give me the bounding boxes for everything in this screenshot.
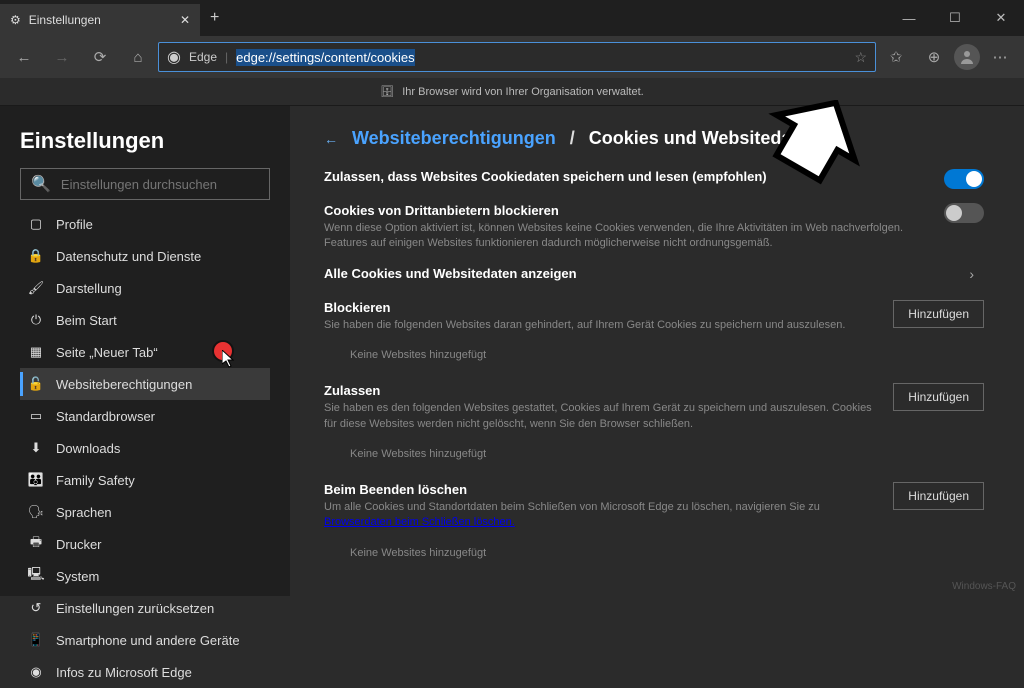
sidebar-item-label: Infos zu Microsoft Edge [56,665,192,680]
sidebar-item-family-safety[interactable]: 👪 Family Safety [20,464,270,496]
annotation-arrow [760,100,880,210]
url-prefix: Edge [189,50,217,64]
sidebar-icon: ▭ [28,408,44,424]
url-text: edge://settings/content/cookies [236,50,846,65]
sidebar-icon: 🗣 [28,504,44,520]
block-thirdparty-row: Cookies von Drittanbietern blockieren We… [324,203,984,252]
collections-button[interactable]: ⊕ [916,39,952,75]
settings-search[interactable]: 🔍 [20,168,270,200]
breadcrumb: ← Websiteberechtigungen / Cookies und We… [324,128,984,149]
new-tab-button[interactable]: + [200,9,229,27]
sidebar-icon: ↺ [28,600,44,616]
close-tab-button[interactable]: ✕ [180,13,190,27]
sidebar-item-label: Websiteberechtigungen [56,377,192,392]
sidebar-item-label: Drucker [56,537,102,552]
maximize-button[interactable]: ☐ [932,0,978,36]
sidebar-icon: 🖌 [28,280,44,296]
search-icon: 🔍 [31,174,51,194]
sidebar-item-websiteberechtigungen[interactable]: 🔓 Websiteberechtigungen [20,368,270,400]
block-thirdparty-toggle[interactable] [944,203,984,223]
gear-icon: ⚙ [10,13,21,27]
allow-cookies-row: Zulassen, dass Websites Cookiedaten spei… [324,169,984,189]
favorites-button[interactable]: ✩ [878,39,914,75]
address-bar[interactable]: ◉ Edge | edge://settings/content/cookies… [158,42,876,72]
sidebar-item-label: Beim Start [56,313,117,328]
sidebar-icon: ▦ [28,344,44,360]
sidebar-item-profile[interactable]: ▢ Profile [20,208,270,240]
sidebar-item-label: Einstellungen zurücksetzen [56,601,214,616]
sidebar-icon: 🖶 [28,533,44,555]
allow-empty-text: Keine Websites hinzugefügt [324,442,984,464]
view-all-cookies-row[interactable]: Alle Cookies und Websitedaten anzeigen › [324,266,984,282]
sidebar-item-label: Standardbrowser [56,409,155,424]
sidebar-icon: ◉ [28,664,44,680]
sidebar-item-label: Family Safety [56,473,135,488]
allow-list-section: Zulassen Sie haben es den folgenden Webs… [324,383,984,464]
more-menu-button[interactable]: ⋯ [982,39,1018,75]
settings-sidebar: Einstellungen 🔍 ▢ Profile 🔒 Datenschutz und… [0,106,290,596]
sidebar-item-label: System [56,569,99,584]
nav-forward-button[interactable]: → [44,39,80,75]
block-list-section: Blockieren Sie haben die folgenden Websi… [324,300,984,365]
sidebar-item-label: Downloads [56,441,120,456]
minimize-button[interactable]: ― [886,0,932,36]
edge-logo-icon: ◉ [167,47,181,67]
allow-add-button[interactable]: Hinzufügen [893,383,984,411]
sidebar-item-beim-start[interactable]: ⏻ Beim Start [20,304,270,336]
sidebar-item-label: Darstellung [56,281,122,296]
sidebar-item-label: Profile [56,217,93,232]
sidebar-item-system[interactable]: 🖳 System [20,560,270,592]
sidebar-item-einstellungen-zur-cksetzen[interactable]: ↺ Einstellungen zurücksetzen [20,592,270,624]
sidebar-item-smartphone-und-andere-ger-te[interactable]: 📱 Smartphone und andere Geräte [20,624,270,656]
block-add-button[interactable]: Hinzufügen [893,300,984,328]
settings-nav: ▢ Profile 🔒 Datenschutz und Dienste 🖌 Darstel… [20,208,270,688]
sidebar-item-infos-zu-microsoft-edge[interactable]: ◉ Infos zu Microsoft Edge [20,656,270,688]
nav-back-button[interactable]: ← [6,39,42,75]
tab-title: Einstellungen [29,13,101,27]
sidebar-icon: 🖳 [28,565,44,587]
close-window-button[interactable]: ✕ [978,0,1024,36]
sidebar-item-datenschutz-und-dienste[interactable]: 🔒 Datenschutz und Dienste [20,240,270,272]
sidebar-item-sprachen[interactable]: 🗣 Sprachen [20,496,270,528]
settings-main: ← Websiteberechtigungen / Cookies und We… [290,106,1024,596]
nav-home-button[interactable]: ⌂ [120,39,156,75]
onexit-add-button[interactable]: Hinzufügen [893,482,984,510]
sidebar-icon: 👪 [28,472,44,488]
settings-heading: Einstellungen [20,128,270,154]
sidebar-icon: ▢ [28,216,44,232]
onexit-section: Beim Beenden löschen Um alle Cookies und… [324,482,984,563]
sidebar-item-label: Datenschutz und Dienste [56,249,201,264]
sidebar-item-label: Seite „Neuer Tab“ [56,345,158,360]
browser-toolbar: ← → ⟳ ⌂ ◉ Edge | edge://settings/content… [0,36,1024,78]
briefcase-icon: 🗄 [380,85,394,98]
sidebar-item-downloads[interactable]: ⬇ Downloads [20,432,270,464]
onexit-empty-text: Keine Websites hinzugefügt [324,541,984,563]
sidebar-item-drucker[interactable]: 🖶 Drucker [20,528,270,560]
sidebar-icon: 📱 [28,632,44,648]
watermark: Windows-FAQ [952,581,1016,592]
browser-tab[interactable]: ⚙ Einstellungen ✕ [0,4,200,36]
search-input[interactable] [61,177,259,192]
clear-on-close-link[interactable]: Browserdaten beim Schließen löschen. [324,516,515,528]
sidebar-item-label: Smartphone und andere Geräte [56,633,240,648]
profile-avatar[interactable] [954,44,980,70]
allow-cookies-toggle[interactable] [944,169,984,189]
sidebar-item-darstellung[interactable]: 🖌 Darstellung [20,272,270,304]
block-empty-text: Keine Websites hinzugefügt [324,343,984,365]
breadcrumb-link[interactable]: Websiteberechtigungen [352,128,556,149]
chevron-right-icon: › [969,266,974,282]
sidebar-item-standardbrowser[interactable]: ▭ Standardbrowser [20,400,270,432]
window-titlebar: ⚙ Einstellungen ✕ + ― ☐ ✕ [0,0,1024,36]
sidebar-icon: ⬇ [28,440,44,456]
favorite-star-icon[interactable]: ☆ [854,49,867,66]
sidebar-icon: ⏻ [28,312,44,328]
cursor-icon [222,350,238,370]
sidebar-icon: 🔒 [28,248,44,264]
nav-refresh-button[interactable]: ⟳ [82,39,118,75]
breadcrumb-back-button[interactable]: ← [324,131,338,147]
sidebar-item-label: Sprachen [56,505,112,520]
sidebar-icon: 🔓 [28,376,44,392]
